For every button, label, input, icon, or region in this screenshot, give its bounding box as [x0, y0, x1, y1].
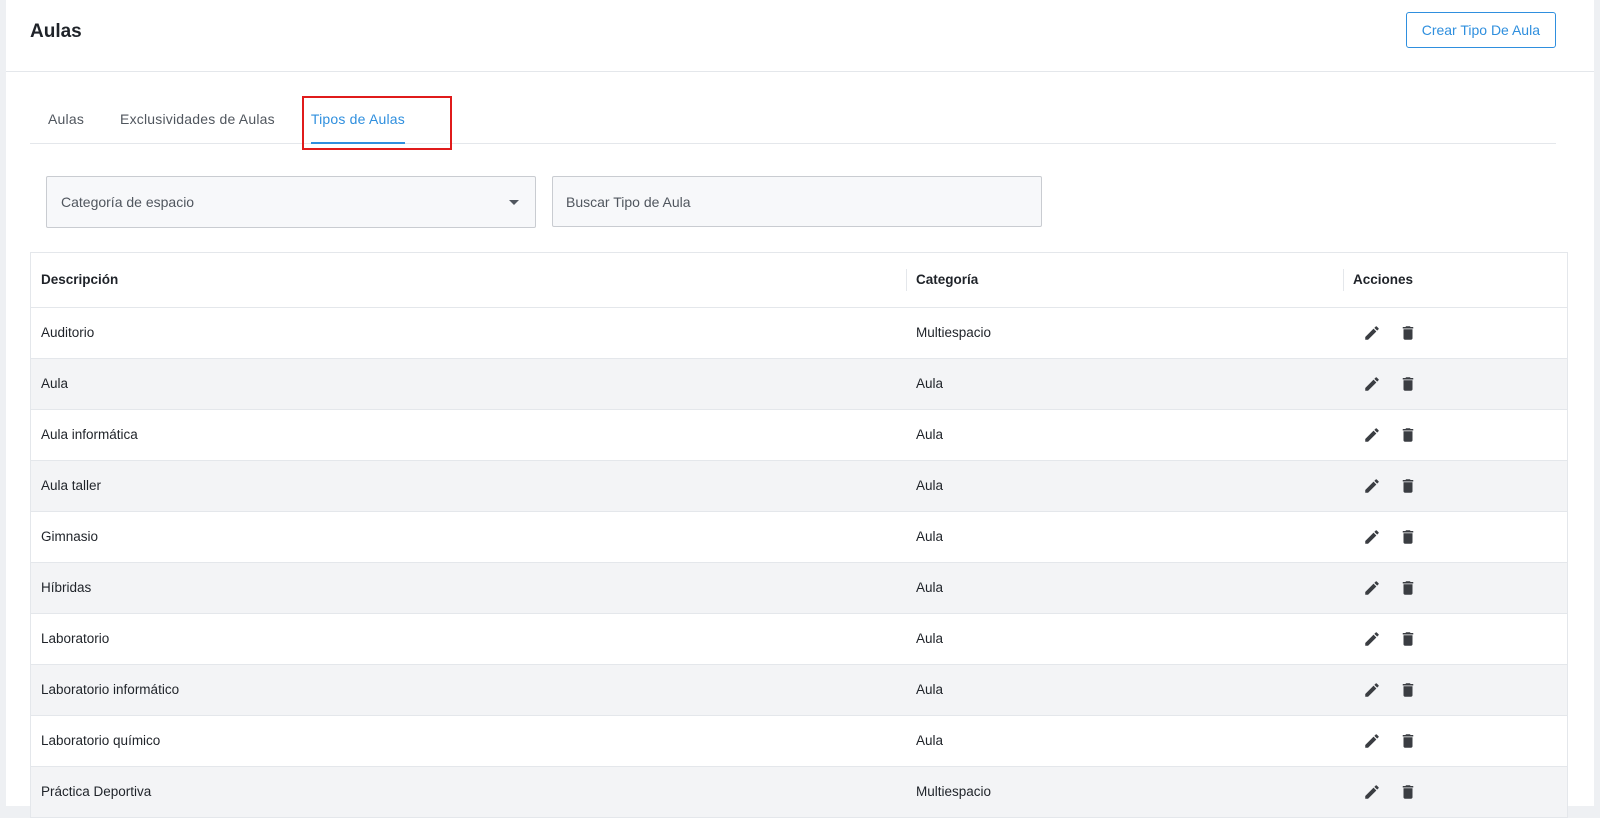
table-row: Aula taller Aula — [31, 460, 1567, 512]
pencil-icon[interactable] — [1361, 730, 1383, 752]
pencil-icon[interactable] — [1361, 475, 1383, 497]
column-header-categoria[interactable]: Categoría — [906, 253, 1343, 308]
filter-bar: Categoría de espacio — [30, 176, 1556, 228]
row-actions — [1353, 322, 1557, 344]
pencil-icon[interactable] — [1361, 526, 1383, 548]
tab-bar: Aulas Exclusividades de Aulas Tipos de A… — [30, 95, 1556, 150]
pencil-icon[interactable] — [1361, 322, 1383, 344]
trash-icon[interactable] — [1397, 526, 1419, 548]
cell-acciones — [1343, 715, 1567, 767]
row-actions — [1353, 424, 1557, 446]
trash-icon[interactable] — [1397, 577, 1419, 599]
cell-descripcion: Práctica Deportiva — [31, 766, 906, 818]
cell-categoria: Aula — [906, 715, 1343, 767]
cell-descripcion: Aula — [31, 358, 906, 410]
table-row: Gimnasio Aula — [31, 511, 1567, 563]
cell-categoria: Aula — [906, 562, 1343, 614]
cell-acciones — [1343, 460, 1567, 512]
page-header: Aulas Crear Tipo De Aula — [6, 0, 1594, 72]
cell-acciones — [1343, 664, 1567, 716]
cell-acciones — [1343, 409, 1567, 461]
trash-icon[interactable] — [1397, 679, 1419, 701]
cell-categoria: Aula — [906, 511, 1343, 563]
main-content: Aulas Exclusividades de Aulas Tipos de A… — [6, 96, 1594, 818]
page: Aulas Crear Tipo De Aula Aulas Exclusivi… — [6, 0, 1594, 818]
trash-icon[interactable] — [1397, 373, 1419, 395]
pencil-icon[interactable] — [1361, 577, 1383, 599]
cell-categoria: Aula — [906, 358, 1343, 410]
cell-acciones — [1343, 307, 1567, 359]
tab-aulas[interactable]: Aulas — [30, 95, 102, 143]
tab-tipos-de-aulas[interactable]: Tipos de Aulas — [293, 95, 423, 144]
table-row: Laboratorio químico Aula — [31, 715, 1567, 767]
cell-descripcion: Híbridas — [31, 562, 906, 614]
cell-categoria: Aula — [906, 664, 1343, 716]
search-input[interactable] — [552, 176, 1042, 227]
cell-descripcion: Aula taller — [31, 460, 906, 512]
cell-categoria: Aula — [906, 409, 1343, 461]
row-actions — [1353, 373, 1557, 395]
cell-descripcion: Laboratorio informático — [31, 664, 906, 716]
cell-acciones — [1343, 562, 1567, 614]
cell-descripcion: Laboratorio — [31, 613, 906, 665]
cell-categoria: Aula — [906, 460, 1343, 512]
table-row: Aula informática Aula — [31, 409, 1567, 461]
table-row: Laboratorio Aula — [31, 613, 1567, 665]
classroom-types-table: Descripción Categoría Acciones Auditorio… — [30, 252, 1568, 818]
pencil-icon[interactable] — [1361, 628, 1383, 650]
cell-categoria: Aula — [906, 613, 1343, 665]
column-header-acciones: Acciones — [1343, 253, 1567, 308]
cell-descripcion: Gimnasio — [31, 511, 906, 563]
page-title: Aulas — [30, 20, 82, 42]
cell-descripcion: Aula informática — [31, 409, 906, 461]
trash-icon[interactable] — [1397, 781, 1419, 803]
pencil-icon[interactable] — [1361, 679, 1383, 701]
trash-icon[interactable] — [1397, 322, 1419, 344]
category-select[interactable]: Categoría de espacio — [46, 176, 536, 228]
row-actions — [1353, 628, 1557, 650]
category-select-placeholder: Categoría de espacio — [61, 194, 195, 210]
cell-descripcion: Auditorio — [31, 307, 906, 359]
column-header-descripcion[interactable]: Descripción — [31, 253, 906, 308]
cell-descripcion: Laboratorio químico — [31, 715, 906, 767]
pencil-icon[interactable] — [1361, 781, 1383, 803]
row-actions — [1353, 730, 1557, 752]
caret-down-icon — [509, 199, 519, 205]
trash-icon[interactable] — [1397, 424, 1419, 446]
cell-acciones — [1343, 766, 1567, 818]
cell-categoria: Multiespacio — [906, 766, 1343, 818]
table-row: Híbridas Aula — [31, 562, 1567, 614]
trash-icon[interactable] — [1397, 475, 1419, 497]
row-actions — [1353, 577, 1557, 599]
cell-acciones — [1343, 358, 1567, 410]
cell-acciones — [1343, 613, 1567, 665]
cell-categoria: Multiespacio — [906, 307, 1343, 359]
table-row: Práctica Deportiva Multiespacio — [31, 766, 1567, 818]
table-row: Laboratorio informático Aula — [31, 664, 1567, 716]
create-classroom-type-button[interactable]: Crear Tipo De Aula — [1405, 11, 1556, 48]
tab-exclusividades-de-aulas[interactable]: Exclusividades de Aulas — [102, 95, 293, 143]
pencil-icon[interactable] — [1361, 373, 1383, 395]
trash-icon[interactable] — [1397, 628, 1419, 650]
table-header-row: Descripción Categoría Acciones — [31, 253, 1567, 308]
row-actions — [1353, 679, 1557, 701]
table-body: Auditorio Multiespacio Aula Aula Aula in… — [31, 307, 1567, 818]
row-actions — [1353, 781, 1557, 803]
row-actions — [1353, 526, 1557, 548]
table-row: Aula Aula — [31, 358, 1567, 410]
trash-icon[interactable] — [1397, 730, 1419, 752]
cell-acciones — [1343, 511, 1567, 563]
row-actions — [1353, 475, 1557, 497]
pencil-icon[interactable] — [1361, 424, 1383, 446]
table-row: Auditorio Multiespacio — [31, 307, 1567, 359]
